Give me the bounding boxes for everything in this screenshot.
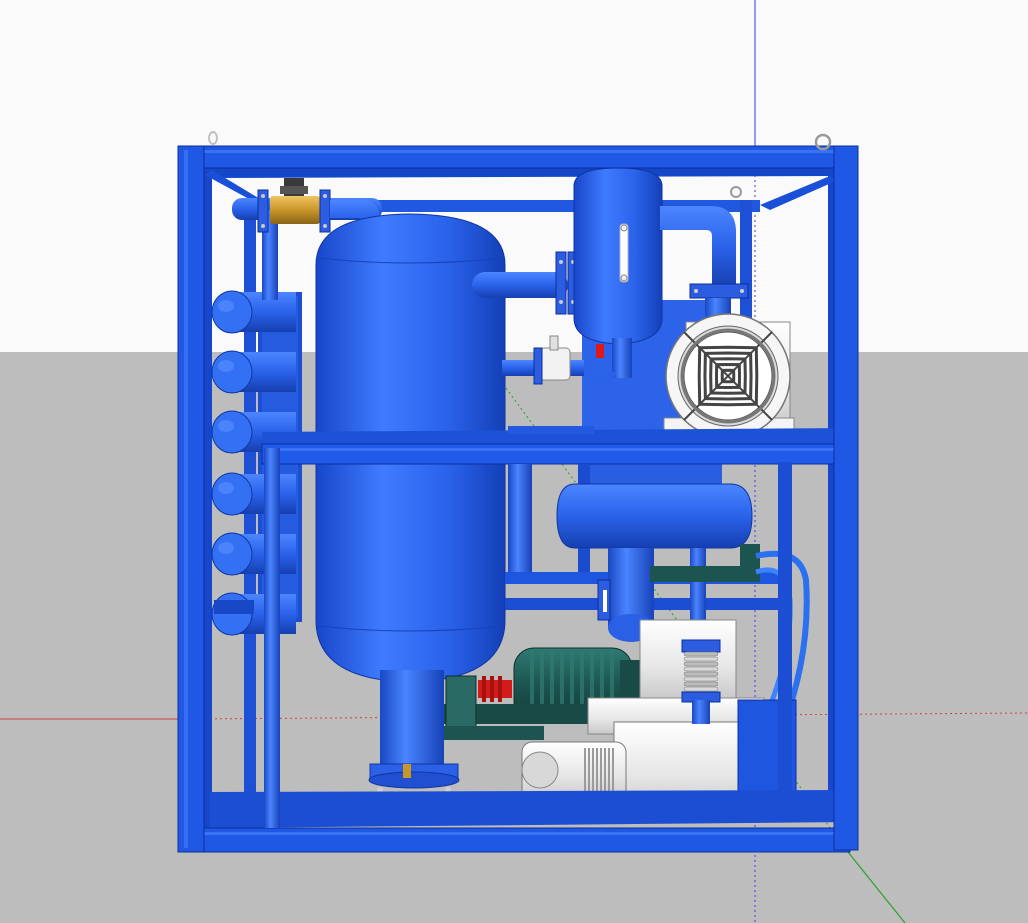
heater-tube [211, 532, 296, 576]
fan-grille-icon [680, 328, 776, 424]
heater-tube [211, 472, 296, 516]
3d-model-viewport[interactable] [0, 0, 1028, 923]
oil-purifier-model [0, 0, 1028, 923]
tank-to-condenser-pipe [472, 272, 568, 298]
heater-tube [211, 350, 296, 394]
green-outlet-pipe [444, 726, 544, 740]
gear-pump-body [445, 675, 477, 729]
red-indicator [596, 344, 604, 358]
base-frame [189, 790, 852, 853]
sight-glass-icon [619, 223, 629, 283]
heater-tube [211, 290, 296, 334]
mid-shelf [261, 426, 852, 465]
lower-back-post-a [508, 464, 532, 574]
pump-inlet-flange [689, 283, 749, 299]
